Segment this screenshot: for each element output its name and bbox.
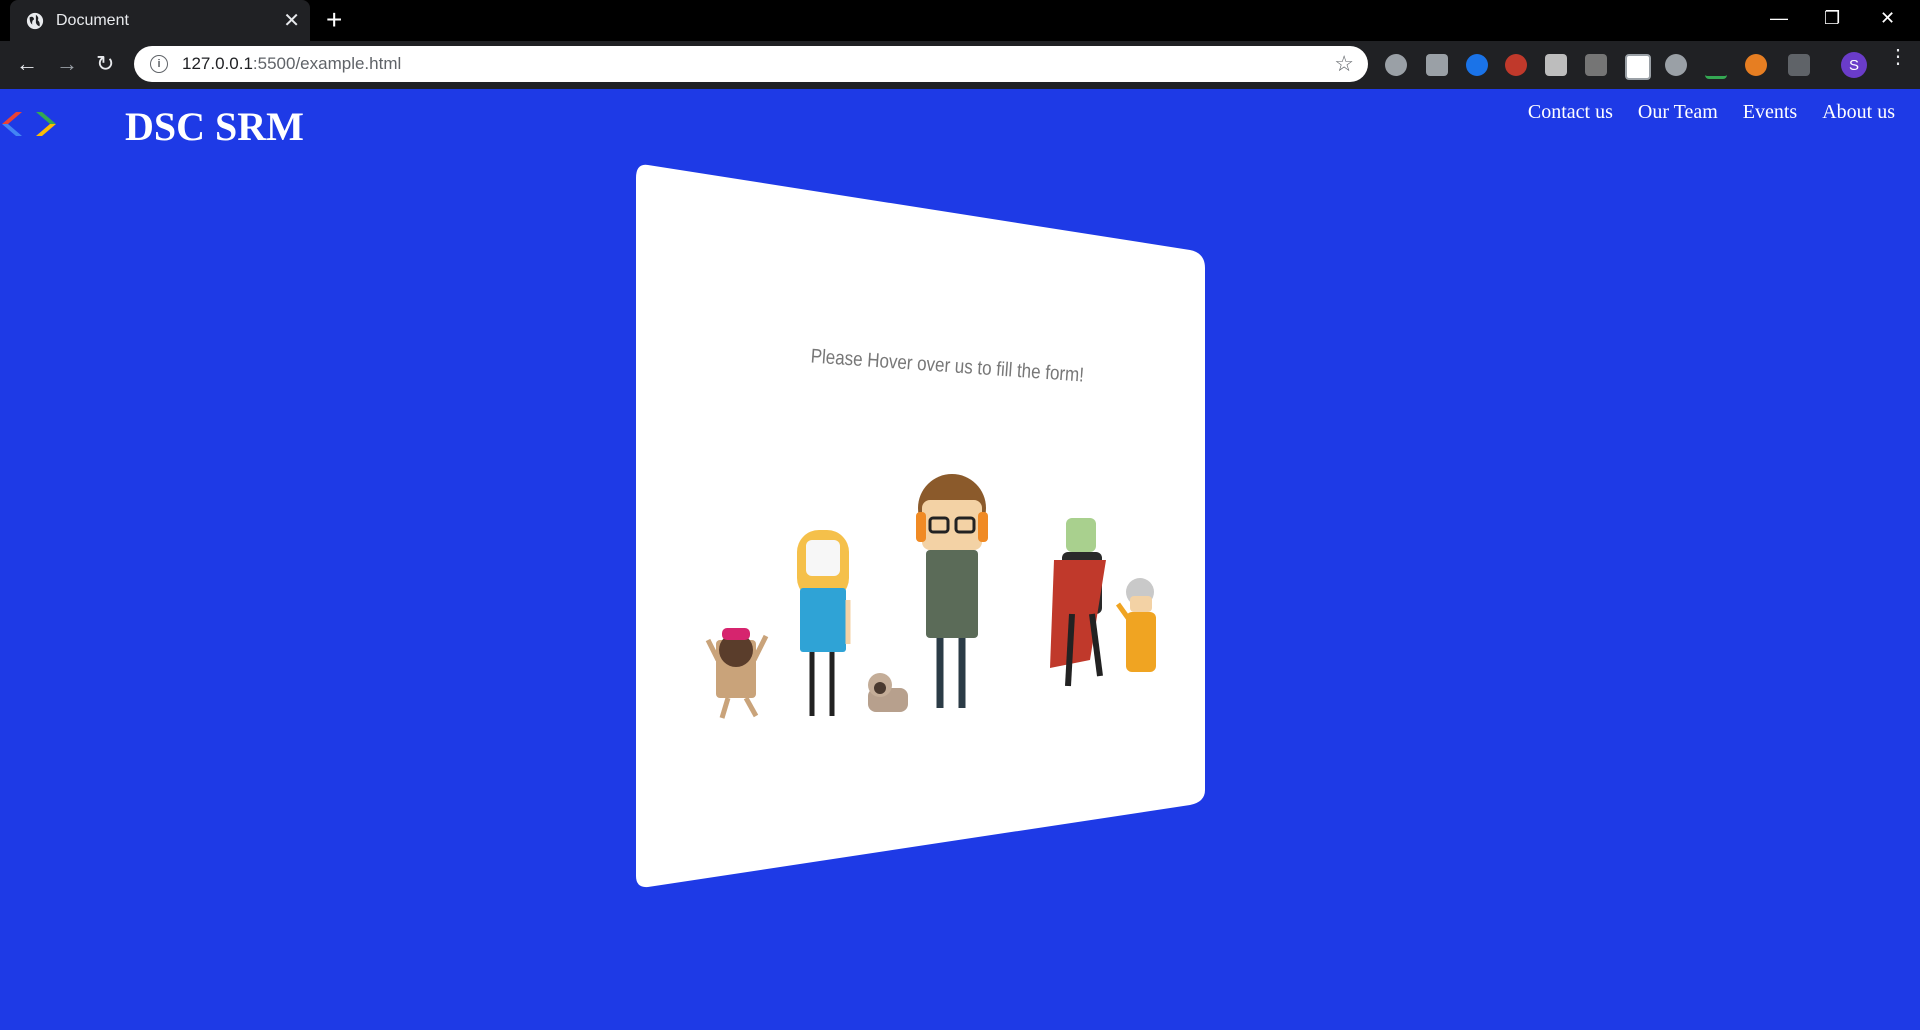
form-card[interactable]: Please Hover over us to fill the form! [0, 0, 1920, 1030]
